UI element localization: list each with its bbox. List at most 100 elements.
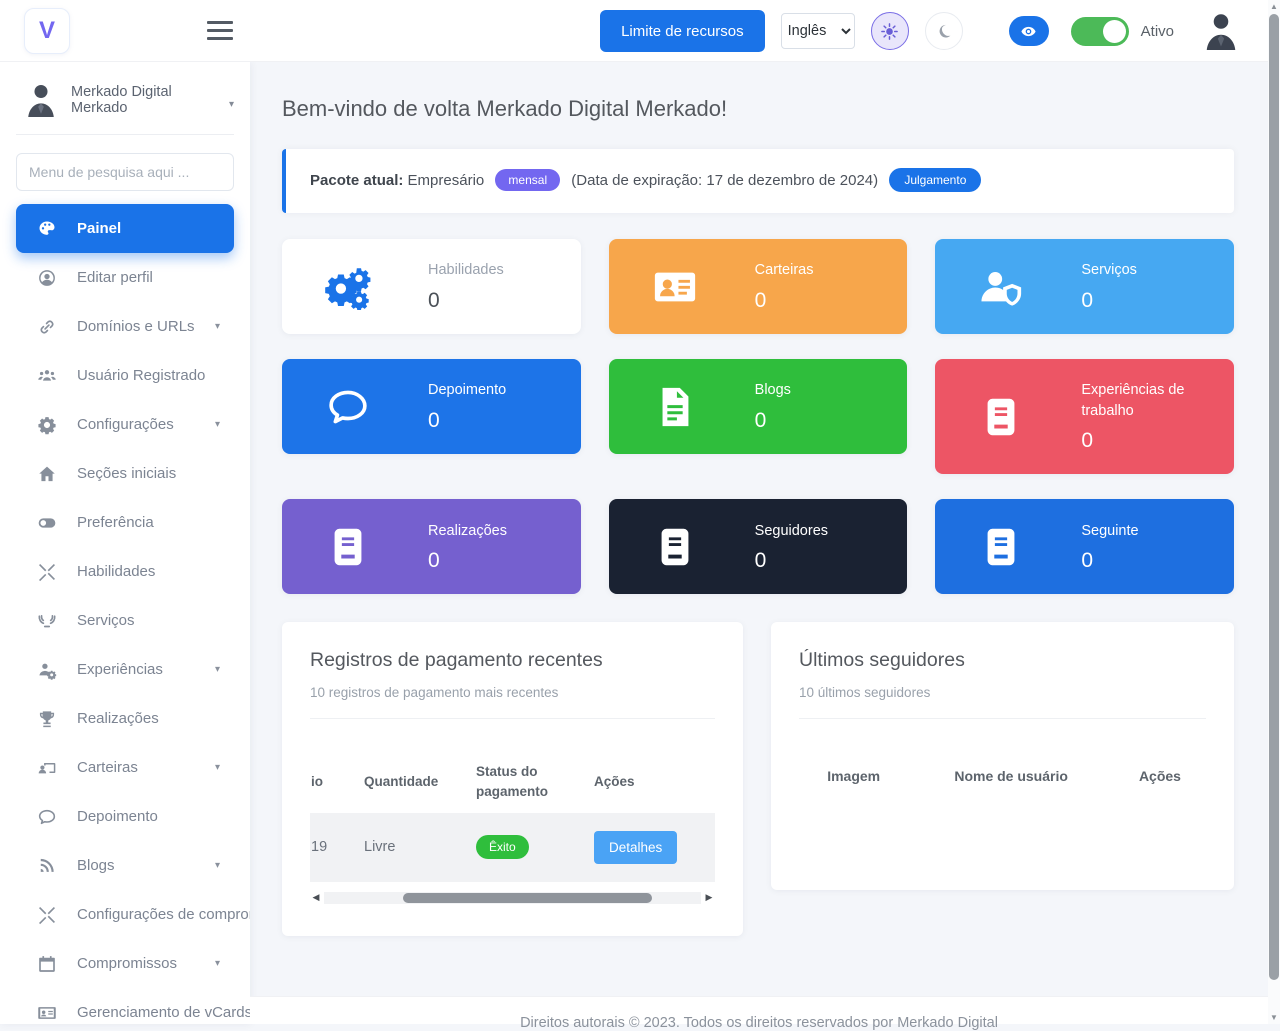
sidebar-item-label: Editar perfil	[77, 269, 153, 286]
stat-card-carteiras: Carteiras0	[609, 239, 908, 334]
chevron-down-icon: ▾	[229, 99, 234, 110]
payments-column-header: Status do pagamento	[468, 752, 586, 813]
followers-column-header: Imagem	[799, 756, 908, 796]
sidebar-item-label: Carteiras	[77, 759, 138, 776]
user-shield-icon	[978, 264, 1024, 310]
hands-icon	[37, 611, 57, 631]
scroll-up-icon[interactable]: ▲	[1268, 2, 1280, 11]
followers-table: ImagemNome de usuárioAções	[799, 756, 1206, 796]
scroll-right-icon[interactable]: ▶	[703, 892, 715, 903]
chevron-down-icon: ▾	[215, 664, 224, 675]
moon-icon	[936, 23, 952, 39]
profile-menu[interactable]: Merkado Digital Merkado ▾	[16, 80, 234, 135]
page-footer: Direitos autorais © 2023. Todos os direi…	[250, 996, 1268, 1024]
sidebar-item-painel[interactable]: Painel	[16, 204, 234, 253]
tools-icon	[37, 905, 57, 925]
scrollbar-thumb[interactable]	[403, 893, 652, 903]
sidebar-item-carteiras[interactable]: Carteiras▾	[16, 743, 234, 792]
resource-limit-button[interactable]: Limite de recursos	[600, 10, 765, 52]
stat-cards-grid: Habilidades0Carteiras0Serviços0Depoiment…	[282, 239, 1234, 594]
status-toggle[interactable]	[1071, 17, 1129, 46]
stat-card-seguidores: Seguidores0	[609, 499, 908, 594]
horizontal-scrollbar[interactable]: ◀ ▶	[310, 890, 715, 906]
page-scrollbar[interactable]: ▲ ▼	[1268, 0, 1280, 1024]
logo-letter: V	[39, 17, 55, 45]
sidebar-item-preferencia[interactable]: Preferência	[16, 498, 234, 547]
followers-subtitle: 10 últimos seguidores	[799, 685, 1206, 700]
details-button[interactable]: Detalhes	[594, 831, 677, 864]
sidebar: Merkado Digital Merkado ▾ Painel Editar p…	[0, 62, 250, 1024]
sidebar-item-realizacoes[interactable]: Realizações	[16, 694, 234, 743]
payments-panel: Registros de pagamento recentes 10 regis…	[282, 622, 743, 936]
followers-panel: Últimos seguidores 10 últimos seguidores…	[771, 622, 1234, 890]
chevron-down-icon: ▾	[215, 419, 224, 430]
sidebar-item-usuario-registrado[interactable]: Usuário Registrado	[16, 351, 234, 400]
sidebar-item-label: Usuário Registrado	[77, 367, 205, 384]
light-mode-button[interactable]	[871, 12, 909, 50]
sidebar-item-habilidades[interactable]: Habilidades	[16, 547, 234, 596]
sidebar-item-label: Preferência	[77, 514, 154, 531]
language-select[interactable]: Inglês	[781, 13, 855, 49]
stat-card-label: Habilidades	[428, 260, 504, 281]
sidebar-item-secoes-iniciais[interactable]: Seções iniciais	[16, 449, 234, 498]
expiry-text: (Data de expiração: 17 de dezembro de 20…	[571, 172, 878, 189]
stat-card-value: 0	[755, 289, 814, 313]
menu-search-input[interactable]	[16, 153, 234, 191]
app-logo[interactable]: V	[24, 8, 70, 54]
stat-card-value: 0	[1081, 289, 1137, 313]
payment-status-badge: Êxito	[476, 835, 529, 859]
book-icon	[978, 524, 1024, 570]
stat-card-servicos: Serviços 0	[935, 239, 1234, 334]
profile-avatar	[24, 80, 58, 120]
payments-table: ioQuantidadeStatus do pagamentoAções 19L…	[310, 752, 715, 882]
sidebar-item-experiencias[interactable]: Experiências ▾	[16, 645, 234, 694]
stat-card-value: 0	[428, 549, 507, 573]
sidebar-item-configuracoes[interactable]: Configurações▾	[16, 400, 234, 449]
home-icon	[37, 464, 57, 484]
payments-column-header: io	[310, 752, 356, 813]
sidebar-item-label: Configurações de compromisso	[77, 906, 250, 923]
stat-card-label: Experiências de trabalho	[1081, 380, 1203, 422]
dark-mode-button[interactable]	[925, 12, 963, 50]
followers-column-header: Ações	[1114, 756, 1206, 796]
scroll-left-icon[interactable]: ◀	[310, 892, 322, 903]
book-icon	[978, 394, 1024, 440]
preview-button[interactable]	[1009, 16, 1049, 46]
followers-title: Últimos seguidores	[799, 649, 1206, 672]
followers-column-header: Nome de usuário	[908, 756, 1114, 796]
status-toggle-label: Ativo	[1141, 23, 1174, 40]
scrollbar-track[interactable]	[324, 892, 701, 904]
payments-body: 19LivreÊxitoDetalhes	[310, 813, 715, 882]
sidebar-item-compromissos[interactable]: Compromissos▾	[16, 939, 234, 988]
sidebar-item-depoimento[interactable]: Depoimento	[16, 792, 234, 841]
stat-card-value: 0	[428, 409, 506, 433]
copyright-text: Direitos autorais © 2023. Todos os direi…	[520, 1015, 998, 1031]
stat-card-label: Serviços	[1081, 260, 1137, 281]
main-content: Bem-vindo de volta Merkado Digital Merka…	[250, 62, 1268, 1024]
stat-card-label: Seguinte	[1081, 521, 1138, 542]
sidebar-item-servicos[interactable]: Serviços	[16, 596, 234, 645]
sidebar-item-label: Seções iniciais	[77, 465, 176, 482]
payment-quantity-cell: Livre	[356, 813, 468, 882]
sidebar-item-label: Experiências	[77, 661, 163, 678]
sidebar-item-gerenciamento-de-vcards[interactable]: Gerenciamento de vCards▾	[16, 988, 234, 1024]
stat-card-value: 0	[1081, 549, 1138, 573]
stat-card-realizacoes: Realizações0	[282, 499, 581, 594]
sidebar-item-label: Habilidades	[77, 563, 155, 580]
sidebar-item-dominios-e-urls[interactable]: Domínios e URLs▾	[16, 302, 234, 351]
sidebar-item-label: Painel	[77, 220, 121, 237]
sidebar-item-blogs[interactable]: Blogs▾	[16, 841, 234, 890]
sidebar-item-label: Gerenciamento de vCards	[77, 1004, 250, 1021]
user-avatar[interactable]	[1202, 9, 1240, 53]
profile-name: Merkado Digital Merkado	[71, 84, 218, 116]
package-name: Empresário	[408, 172, 485, 189]
book-icon	[325, 524, 371, 570]
followers-header-row: ImagemNome de usuárioAções	[799, 756, 1206, 796]
sidebar-item-editar-perfil[interactable]: Editar perfil	[16, 253, 234, 302]
toggle-icon	[37, 513, 57, 533]
sidebar-item-label: Domínios e URLs	[77, 318, 195, 335]
page-scrollbar-thumb[interactable]	[1269, 14, 1279, 980]
menu-toggle-icon[interactable]	[207, 21, 233, 45]
sidebar-item-configuracoes-de-compromisso[interactable]: Configurações de compromisso	[16, 890, 234, 939]
scroll-down-icon[interactable]: ▼	[1268, 1013, 1280, 1022]
